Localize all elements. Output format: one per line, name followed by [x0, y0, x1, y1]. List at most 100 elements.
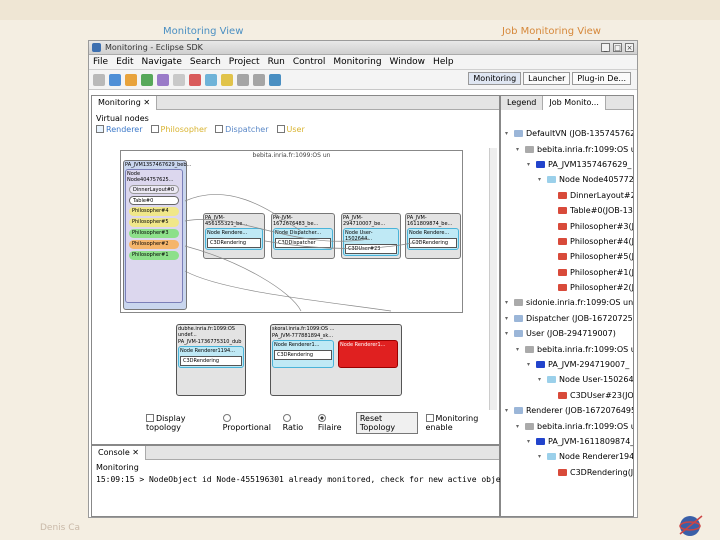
reset-topology-button[interactable]: Reset Topology [355, 412, 418, 434]
proportional-radio[interactable] [222, 414, 231, 422]
expand-icon[interactable]: ▾ [527, 438, 534, 445]
tab-console[interactable]: Console ✕ [92, 445, 147, 460]
proportional-option[interactable]: Proportional [222, 414, 275, 432]
node-skoral-1[interactable]: Node Renderer1... C3DRendering [272, 340, 334, 368]
save-icon[interactable] [109, 73, 121, 86]
tree-row[interactable]: ▾ Renderer (JOB-1672076495 [501, 403, 633, 418]
expand-icon[interactable]: ▾ [538, 176, 545, 183]
perspective-launcher[interactable]: Launcher [523, 72, 571, 85]
tree-row[interactable]: DinnerLayout#2 [501, 188, 633, 203]
forward-icon[interactable] [253, 73, 265, 86]
tree-row[interactable]: Table#0(JOB-13 [501, 203, 633, 218]
expand-icon[interactable]: ▾ [505, 315, 512, 322]
vn-dispatcher[interactable]: Dispatcher [215, 125, 269, 134]
expand-icon[interactable]: ▾ [505, 407, 512, 414]
tree-row[interactable]: Philosopher#3(J [501, 218, 633, 233]
expand-icon[interactable]: ▾ [516, 346, 523, 353]
tree-row[interactable]: Philosopher#5(J [501, 249, 633, 264]
jvm-dubhe[interactable]: dubhe.inria.fr:1099:OS undef... PA_JVM-1… [176, 324, 246, 396]
debug-icon[interactable] [125, 73, 137, 86]
tree-row[interactable]: ▾ DefaultVN (JOB-1357457629) [501, 126, 633, 141]
menu-edit[interactable]: Edit [116, 57, 133, 67]
tree-row[interactable]: Philosopher#2(J [501, 280, 633, 295]
tree-row[interactable]: ▾ PA_JVM-294719007_ [501, 357, 633, 372]
menu-control[interactable]: Control [293, 57, 326, 67]
ao-c3drendering-skoral[interactable]: C3DRendering [274, 350, 332, 360]
close-icon[interactable]: × [625, 43, 634, 52]
refresh-icon[interactable] [205, 73, 217, 86]
ao-c3drendering-dubhe[interactable]: C3DRendering [180, 356, 242, 366]
tree-row[interactable]: ▾ User (JOB-294719007) [501, 326, 633, 341]
tree-row[interactable]: Philosopher#1(J [501, 265, 633, 280]
node-dubhe[interactable]: Node Renderer1194... C3DRendering [178, 346, 244, 368]
stop-icon[interactable] [189, 73, 201, 86]
menu-window[interactable]: Window [390, 57, 426, 67]
tree-node-icon [525, 145, 534, 153]
run-icon[interactable] [141, 73, 153, 86]
expand-icon[interactable]: ▾ [538, 453, 545, 460]
menu-search[interactable]: Search [190, 57, 221, 67]
expand-icon[interactable]: ▾ [527, 161, 534, 168]
tree-row[interactable]: ▾ bebita.inria.fr:1099:OS un [501, 418, 633, 433]
ratio-radio[interactable] [282, 414, 291, 422]
filaire-option[interactable]: Filaire [317, 414, 348, 432]
monitoring-enable-toggle[interactable]: Monitoring enable [425, 414, 499, 432]
tree-row[interactable]: ▾ bebita.inria.fr:1099:OS un [501, 141, 633, 156]
new-icon[interactable] [93, 73, 105, 86]
menu-run[interactable]: Run [268, 57, 285, 67]
tree-row[interactable]: C3DRendering(JOB-13 [501, 465, 633, 480]
vn-user-checkbox[interactable] [276, 125, 285, 133]
tree-row[interactable]: ▾ Node Renderer1946 [501, 449, 633, 464]
vn-user[interactable]: User [276, 125, 305, 134]
menu-file[interactable]: File [93, 57, 108, 67]
node-skoral-2-selected[interactable]: Node Renderer1... [338, 340, 398, 368]
tree-node-icon [558, 468, 567, 476]
tree-row[interactable]: ▾ sidonie.inria.fr:1099:OS un [501, 295, 633, 310]
maximize-icon[interactable]: □ [613, 43, 622, 52]
tab-job-monitoring[interactable]: Job Monito... [543, 96, 606, 110]
tree-row[interactable]: ▾ bebita.inria.fr:1099:OS un [501, 341, 633, 356]
filaire-radio[interactable] [317, 414, 326, 422]
jvm-skoral[interactable]: skoral.inria.fr:1099:OS ... PA_JVM-77788… [270, 324, 402, 396]
expand-icon[interactable]: ▾ [516, 146, 523, 153]
external-tools-icon[interactable] [157, 73, 169, 86]
ratio-option[interactable]: Ratio [282, 414, 310, 432]
topology-canvas[interactable]: bebita.inria.fr:1099:OS un PA_JVM1357467… [120, 150, 463, 313]
tree-row[interactable]: ▾ Node User-1502644 [501, 372, 633, 387]
tab-monitoring[interactable]: Monitoring ✕ [92, 95, 158, 110]
vn-dispatcher-checkbox[interactable] [215, 125, 224, 133]
expand-icon[interactable]: ▾ [538, 376, 545, 383]
tree-row[interactable]: ▾ Dispatcher (JOB-1672072543 [501, 311, 633, 326]
perspective-plugin-dev[interactable]: Plug-in De... [572, 72, 631, 85]
minimize-icon[interactable]: _ [601, 43, 610, 52]
tab-legend[interactable]: Legend [501, 96, 544, 110]
display-topology-checkbox[interactable] [146, 414, 154, 422]
monitoring-enable-checkbox[interactable] [425, 414, 434, 422]
open-type-icon[interactable] [173, 73, 185, 86]
display-topology-toggle[interactable]: Display topology [146, 414, 215, 432]
canvas-vertical-scrollbar[interactable] [489, 148, 497, 410]
search-icon[interactable] [221, 73, 233, 86]
vn-renderer[interactable]: Renderer [96, 125, 143, 134]
menu-monitoring[interactable]: Monitoring [333, 57, 381, 67]
tree-row[interactable]: ▾ Node Node4057725 [501, 172, 633, 187]
expand-icon[interactable]: ▾ [505, 299, 512, 306]
tree-row-label: Node Node4057725 [559, 175, 634, 185]
menu-navigate[interactable]: Navigate [142, 57, 182, 67]
expand-icon[interactable]: ▾ [505, 130, 512, 137]
tree-row[interactable]: C3DUser#23(JO [501, 388, 633, 403]
menu-project[interactable]: Project [229, 57, 260, 67]
vn-renderer-checkbox[interactable] [96, 125, 104, 133]
perspective-monitoring[interactable]: Monitoring [468, 72, 522, 85]
tree-row[interactable]: Philosopher#4(J [501, 234, 633, 249]
expand-icon[interactable]: ▾ [527, 361, 534, 368]
back-icon[interactable] [237, 73, 249, 86]
tree-row[interactable]: ▾ PA_JVM-1611809874_ [501, 434, 633, 449]
vn-philosopher[interactable]: Philosopher [150, 125, 207, 134]
tree-row[interactable]: ▾ PA_JVM1357467629_ [501, 157, 633, 172]
vn-philosopher-checkbox[interactable] [150, 125, 159, 133]
monitor-icon[interactable] [269, 73, 281, 86]
menu-help[interactable]: Help [433, 57, 454, 67]
expand-icon[interactable]: ▾ [516, 423, 523, 430]
expand-icon[interactable]: ▾ [505, 330, 512, 337]
